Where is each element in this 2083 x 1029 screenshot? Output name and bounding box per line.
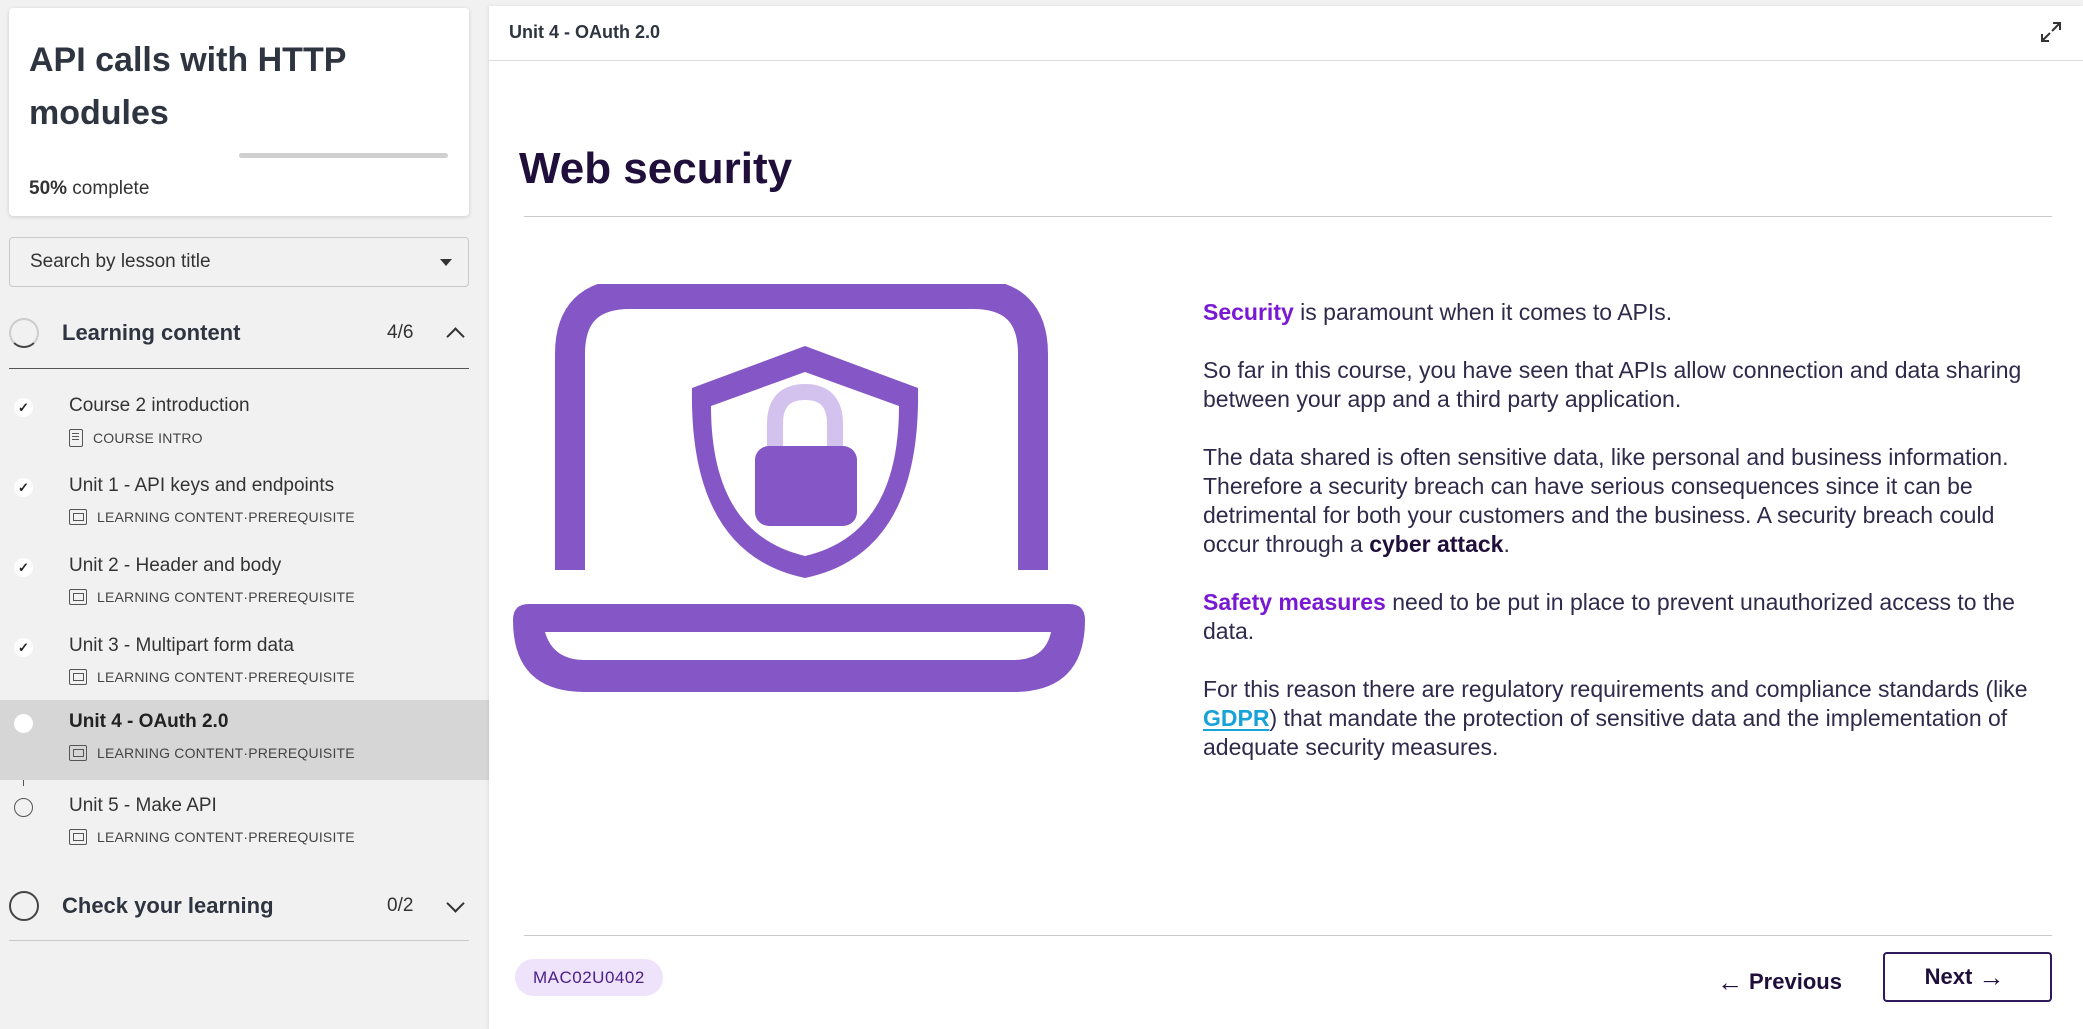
chevron-down-icon <box>440 259 452 266</box>
paragraph: The data shared is often sensitive data,… <box>1203 443 2033 559</box>
section-label: Learning content <box>62 320 241 345</box>
lesson-meta: LEARNING CONTENT · PREREQUISITE <box>69 669 355 685</box>
next-label: Next <box>1924 964 1973 989</box>
empty-circle-icon <box>9 891 39 921</box>
lesson-item-unit-2[interactable]: ✓ Unit 2 - Header and body LEARNING CONT… <box>0 544 489 624</box>
slides-icon <box>69 669 87 685</box>
progress-percent: 50% <box>29 178 68 199</box>
current-dot-icon <box>14 714 33 733</box>
lesson-meta: LEARNING CONTENT · PREREQUISITE <box>69 829 355 845</box>
bold-term: cyber attack <box>1369 531 1504 557</box>
lesson-item-unit-4[interactable]: Unit 4 - OAuth 2.0 LEARNING CONTENT · PR… <box>0 700 489 780</box>
lesson-type: LEARNING CONTENT <box>97 669 244 685</box>
lesson-tag: PREREQUISITE <box>248 509 355 525</box>
unit-title: Unit 4 - OAuth 2.0 <box>509 22 661 42</box>
progress-text: 50% complete <box>29 178 149 200</box>
lesson-header: Unit 4 - OAuth 2.0 <box>489 6 2083 61</box>
lesson-tag: PREREQUISITE <box>248 589 355 605</box>
paragraph: For this reason there are regulatory req… <box>1203 675 2033 762</box>
paragraph-text: is paramount when it comes to APIs. <box>1293 299 1673 325</box>
lesson-type: COURSE INTRO <box>93 430 203 446</box>
lesson-title: Unit 3 - Multipart form data <box>69 635 294 656</box>
paragraph-text: The data shared is often sensitive data,… <box>1203 444 2009 557</box>
check-icon: ✓ <box>14 638 33 657</box>
laptop-security-illustration <box>513 284 1085 692</box>
lesson-search-label: Search by lesson title <box>30 251 211 272</box>
chevron-down-icon[interactable] <box>446 893 465 913</box>
lesson-code-badge: MAC02U0402 <box>515 959 663 996</box>
lesson-tag: PREREQUISITE <box>248 829 355 845</box>
section-check-your-learning[interactable]: Check your learning 0/2 <box>9 877 469 935</box>
previous-button[interactable]: ← Previous <box>1711 958 1842 1006</box>
slides-icon <box>69 829 87 845</box>
lesson-item-unit-1[interactable]: ✓ Unit 1 - API keys and endpoints LEARNI… <box>0 464 489 544</box>
title-divider <box>524 216 2052 217</box>
expand-icon[interactable] <box>2039 20 2063 44</box>
lesson-meta: LEARNING CONTENT · PREREQUISITE <box>69 589 355 605</box>
course-title: API calls with HTTP modules <box>29 41 346 132</box>
slides-icon <box>69 589 87 605</box>
lesson-item-course-2-introduction[interactable]: ✓ Course 2 introduction COURSE INTRO <box>0 384 489 464</box>
lesson-type: LEARNING CONTENT <box>97 829 244 845</box>
footer-divider <box>524 935 2052 936</box>
check-icon: ✓ <box>14 478 33 497</box>
arrow-right-icon: → <box>1978 961 2005 992</box>
progress-ring-icon <box>9 318 39 348</box>
section-count: 4/6 <box>387 322 414 343</box>
previous-label: Previous <box>1749 969 1842 994</box>
paragraph-text: . <box>1503 531 1510 557</box>
check-icon: ✓ <box>14 558 33 577</box>
highlight-term: Safety measures <box>1203 589 1386 615</box>
lesson-search-select[interactable]: Search by lesson title <box>9 237 469 287</box>
next-button[interactable]: Next → <box>1883 952 2052 1002</box>
document-icon <box>69 429 83 447</box>
lesson-body-text: Security is paramount when it comes to A… <box>1203 298 2033 791</box>
paragraph-text: ) that mandate the protection of sensiti… <box>1203 705 2008 760</box>
section-label: Check your learning <box>62 893 274 918</box>
progress-suffix: complete <box>67 178 150 199</box>
lesson-content-panel: Unit 4 - OAuth 2.0 Web security Security… <box>489 6 2083 1029</box>
paragraph-text: For this reason there are regulatory req… <box>1203 676 2028 702</box>
lesson-title: Unit 1 - API keys and endpoints <box>69 475 335 496</box>
highlight-term: Security <box>1203 299 1294 325</box>
lesson-title: Unit 2 - Header and body <box>69 555 282 576</box>
lesson-type: LEARNING CONTENT <box>97 589 244 605</box>
paragraph: So far in this course, you have seen tha… <box>1203 357 2022 412</box>
lesson-tag: PREREQUISITE <box>248 669 355 685</box>
section-divider <box>9 940 469 941</box>
section-learning-content[interactable]: Learning content 4/6 <box>9 304 469 362</box>
lesson-meta: LEARNING CONTENT · PREREQUISITE <box>69 745 355 761</box>
lesson-type: LEARNING CONTENT <box>97 745 244 761</box>
lesson-item-unit-5[interactable]: Unit 5 - Make API LEARNING CONTENT · PRE… <box>0 784 489 864</box>
gdpr-link[interactable]: GDPR <box>1203 705 1269 731</box>
lesson-title: Unit 5 - Make API <box>69 795 217 816</box>
slides-icon <box>69 509 87 525</box>
lesson-meta: LEARNING CONTENT · PREREQUISITE <box>69 509 355 525</box>
arrow-left-icon: ← <box>1717 966 1743 997</box>
check-icon: ✓ <box>14 398 33 417</box>
paragraph: Security is paramount when it comes to A… <box>1203 298 2033 327</box>
progress-fill <box>239 153 344 158</box>
sidebar: API calls with HTTP modules 50% complete… <box>0 0 489 1029</box>
lesson-meta: COURSE INTRO <box>69 429 203 447</box>
lesson-tag: PREREQUISITE <box>248 745 355 761</box>
lesson-type: LEARNING CONTENT <box>97 509 244 525</box>
lesson-item-unit-3[interactable]: ✓ Unit 3 - Multipart form data LEARNING … <box>0 624 489 704</box>
lesson-title: Course 2 introduction <box>69 395 250 416</box>
empty-circle-icon <box>14 798 33 817</box>
lesson-title: Unit 4 - OAuth 2.0 <box>69 711 229 732</box>
section-count: 0/2 <box>387 895 414 916</box>
section-divider <box>9 368 469 369</box>
page-title: Web security <box>519 144 793 193</box>
slides-icon <box>69 745 87 761</box>
course-card: API calls with HTTP modules 50% complete <box>9 8 469 216</box>
progress-bar <box>239 153 448 158</box>
chevron-up-icon[interactable] <box>446 326 465 346</box>
paragraph: Safety measures need to be put in place … <box>1203 588 2033 646</box>
